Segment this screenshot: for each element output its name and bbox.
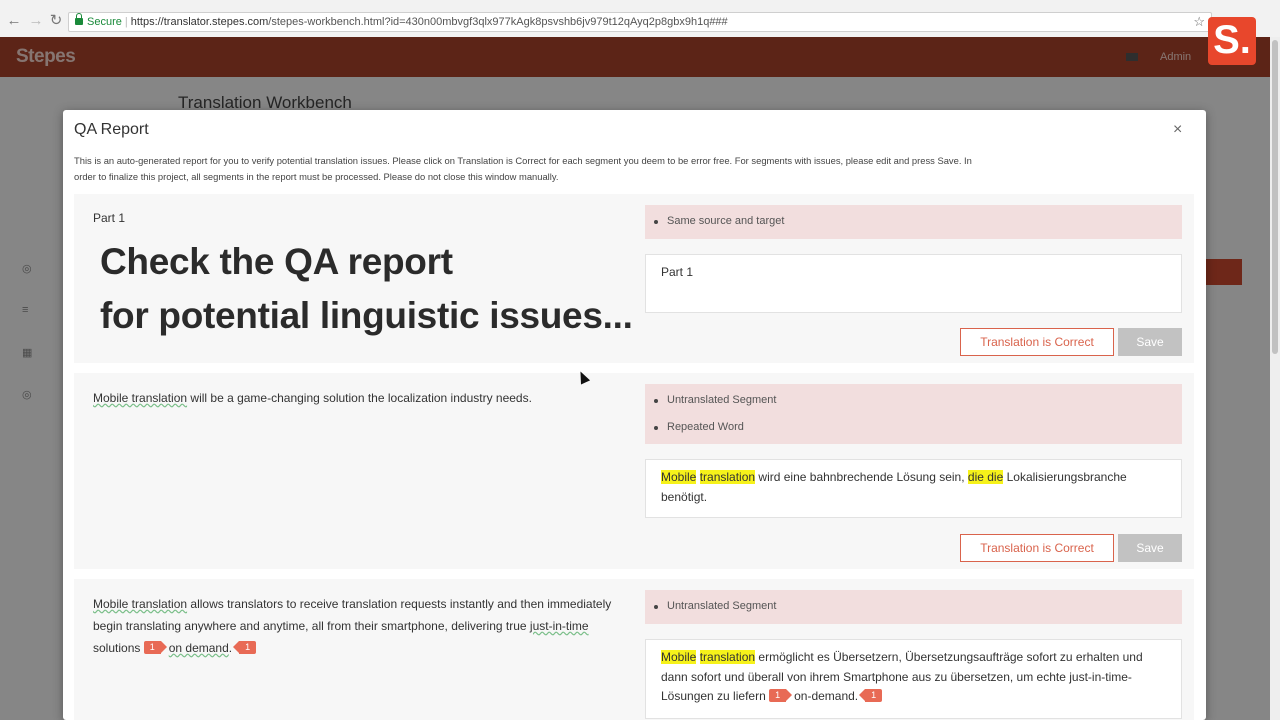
source-text: .	[228, 641, 233, 655]
segment-source: Mobile translation will be a game-changi…	[93, 387, 613, 409]
save-button[interactable]: Save	[1118, 328, 1182, 356]
url-host: https://translator.stepes.com	[130, 16, 269, 28]
segment-source: Mobile translation allows translators to…	[93, 593, 613, 659]
issue-item: Repeated Word	[654, 414, 1182, 441]
inline-tag[interactable]: 1	[859, 689, 883, 703]
inline-tag[interactable]: 1	[143, 641, 167, 655]
issue-item: Untranslated Segment	[654, 387, 1182, 414]
term-highlight: on demand	[168, 641, 229, 655]
target-text: on-demand.	[794, 689, 859, 703]
modal-title: QA Report	[74, 121, 149, 138]
source-text: solutions	[93, 641, 144, 655]
translation-correct-button[interactable]: Translation is Correct	[960, 328, 1114, 356]
qa-report-modal: QA Report × This is an auto-generated re…	[63, 110, 1206, 720]
term-highlight: Mobile translation	[93, 391, 188, 405]
save-button[interactable]: Save	[1118, 534, 1182, 562]
page-scrollbar-thumb[interactable]	[1272, 40, 1278, 354]
qa-segment: Mobile translation allows translators to…	[74, 579, 1194, 720]
target-highlight: translation	[699, 470, 756, 484]
target-highlight: Mobile	[661, 470, 697, 484]
back-icon[interactable]: ←	[6, 13, 22, 29]
address-bar[interactable]: Secure | https://translator.stepes.com/ste…	[68, 12, 1212, 32]
modal-description: This is an auto-generated report for you…	[74, 155, 972, 182]
bookmark-star-icon[interactable]: ☆	[1193, 13, 1205, 31]
close-icon[interactable]: ×	[1173, 121, 1182, 139]
target-highlight: die die	[967, 470, 1004, 484]
target-highlight: Mobile	[661, 650, 697, 664]
term-highlight: Mobile translation	[93, 597, 188, 611]
issues-box: Untranslated Segment Repeated Word	[645, 384, 1182, 444]
forward-icon[interactable]: →	[28, 13, 44, 29]
inline-tag[interactable]: 1	[233, 641, 257, 655]
url-path: /stepes-workbench.html?id=430n00mbvgf3ql…	[268, 16, 728, 28]
segment-target[interactable]: Mobile translation wird eine bahnbrechen…	[645, 459, 1182, 518]
source-text: will be a game-changing solution the loc…	[187, 391, 532, 405]
issue-item: Same source and target	[654, 208, 1182, 235]
issues-box: Untranslated Segment	[645, 590, 1182, 624]
issue-item: Untranslated Segment	[654, 593, 1182, 620]
qa-segment: Mobile translation will be a game-changi…	[74, 373, 1194, 569]
caption-line: Check the QA report	[100, 241, 453, 282]
target-highlight: translation	[699, 650, 756, 664]
translation-correct-button[interactable]: Translation is Correct	[960, 534, 1114, 562]
inline-tag[interactable]: 1	[769, 689, 793, 703]
secure-label: Secure	[87, 16, 122, 28]
reload-icon[interactable]: ↻	[48, 13, 64, 29]
issues-box: Same source and target	[645, 205, 1182, 239]
term-highlight: just-in-time	[529, 619, 589, 633]
caption-line: for potential linguistic issues...	[100, 295, 633, 336]
segment-source: Part 1	[93, 211, 126, 225]
segment-target[interactable]: Mobile translation ermöglicht es Überset…	[645, 639, 1182, 719]
lock-icon	[75, 13, 83, 25]
brand-logo: S.	[1208, 17, 1256, 65]
target-text: wird eine bahnbrechende Lösung sein,	[755, 470, 968, 484]
segment-target[interactable]: Part 1	[645, 254, 1182, 313]
